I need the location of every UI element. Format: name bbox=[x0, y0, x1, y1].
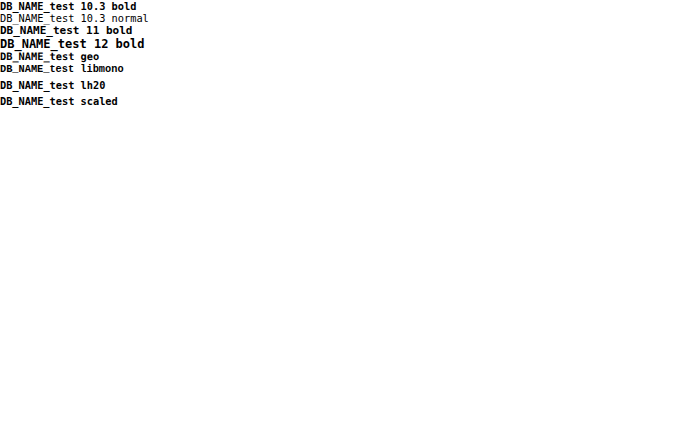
probe2: DB_NAME_test 10.3 normal bbox=[0, 12, 697, 24]
probe7: DB_NAME_test lh20 bbox=[0, 75, 697, 95]
probe4: DB_NAME_test 12 bold bbox=[0, 37, 697, 51]
probe5: DB_NAME_test geo bbox=[0, 51, 697, 63]
probe8: DB_NAME_test scaled bbox=[0, 95, 697, 107]
probe1: DB_NAME_test 10.3 bold bbox=[0, 0, 697, 12]
probe3: DB_NAME_test 11 bold bbox=[0, 24, 697, 37]
probe6: DB_NAME_test libmono bbox=[0, 63, 697, 75]
